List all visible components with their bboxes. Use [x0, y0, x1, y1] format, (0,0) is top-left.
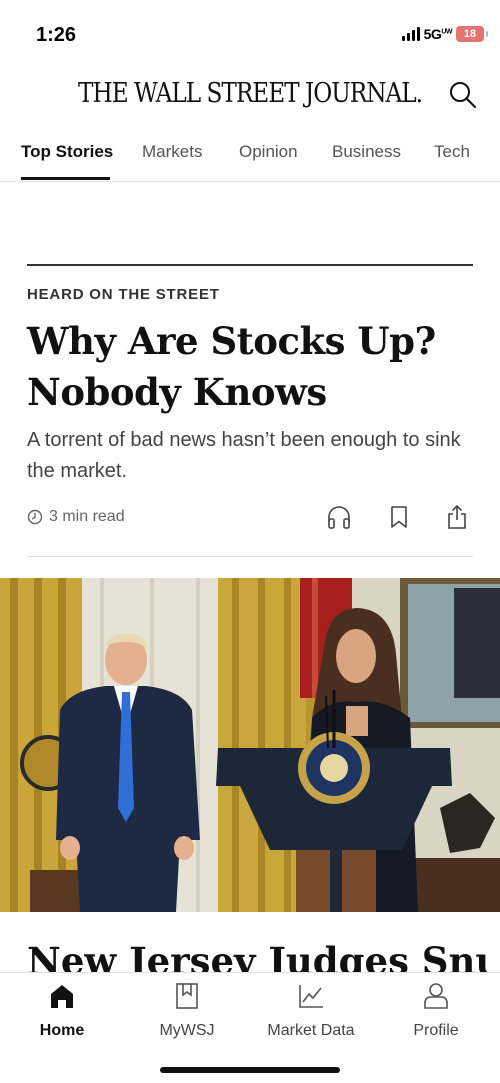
- tab-tech[interactable]: Tech: [434, 142, 470, 162]
- oval-office-photo: [0, 578, 500, 912]
- tab-top-stories[interactable]: Top Stories: [21, 142, 113, 162]
- nav-profile[interactable]: Profile: [381, 981, 491, 1040]
- nav-market-data-label: Market Data: [267, 1022, 355, 1039]
- signal-icon: [401, 27, 420, 41]
- section-tabs: Top Stories Markets Opinion Business Tec…: [0, 132, 500, 182]
- nav-home[interactable]: Home: [7, 981, 117, 1040]
- active-tab-indicator: [21, 177, 110, 180]
- search-icon: [450, 82, 477, 109]
- share-icon: [448, 504, 466, 529]
- home-icon: [51, 985, 73, 1008]
- clock-icon: [27, 509, 43, 525]
- bottom-navigation: Home MyWSJ Market Data Profile: [0, 972, 500, 1083]
- divider: [27, 264, 473, 266]
- bookmark-icon: [391, 506, 407, 528]
- nav-market-data[interactable]: Market Data: [256, 981, 366, 1040]
- status-time: 1:26: [36, 24, 77, 46]
- tab-opinion[interactable]: Opinion: [239, 142, 298, 162]
- article-headline[interactable]: Why Are Stocks Up? Nobody Knows: [27, 316, 473, 418]
- read-time: 3 min read: [49, 508, 125, 525]
- article-photo[interactable]: [0, 578, 500, 912]
- status-indicators: 5GUW 18: [401, 26, 488, 42]
- battery-icon: 18: [456, 26, 488, 42]
- nav-profile-label: Profile: [413, 1022, 459, 1039]
- article-meta: 3 min read: [27, 508, 125, 526]
- tab-markets[interactable]: Markets: [142, 142, 202, 162]
- save-article-button[interactable]: [386, 504, 412, 530]
- next-article-headline[interactable]: New Jersey Judges Snub: [27, 936, 487, 974]
- nav-mywsj-label: MyWSJ: [159, 1022, 215, 1039]
- mywsj-icon: [176, 983, 198, 1009]
- masthead: THE WALL STREET JOURNAL.: [0, 72, 500, 122]
- tab-business[interactable]: Business: [332, 142, 401, 162]
- article-kicker[interactable]: HEARD ON THE STREET: [27, 286, 220, 303]
- chart-icon: [299, 985, 323, 1008]
- divider: [27, 556, 473, 557]
- wsj-logo: THE WALL STREET JOURNAL.: [78, 78, 423, 109]
- headphones-icon: [328, 506, 350, 529]
- nav-mywsj[interactable]: MyWSJ: [132, 981, 242, 1040]
- home-indicator[interactable]: [160, 1067, 340, 1073]
- status-bar: 1:26 5GUW 18: [0, 0, 500, 70]
- share-button[interactable]: [444, 504, 470, 530]
- article-summary[interactable]: A torrent of bad news hasn’t been enough…: [27, 425, 477, 487]
- network-label: 5GUW: [423, 26, 453, 42]
- nav-home-label: Home: [39, 1022, 85, 1039]
- search-button[interactable]: [448, 80, 478, 110]
- listen-button[interactable]: [326, 504, 352, 530]
- profile-icon: [424, 983, 448, 1009]
